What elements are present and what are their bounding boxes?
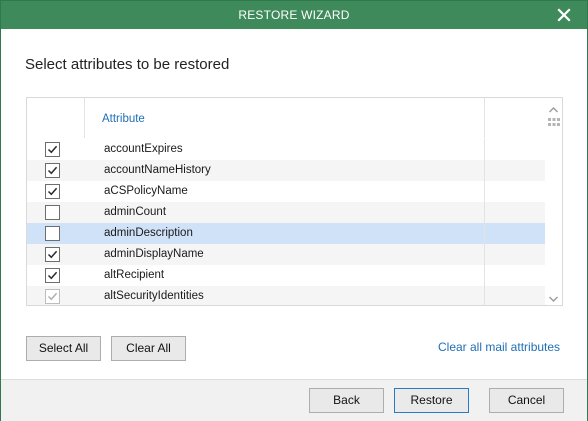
attribute-checkbox[interactable]	[45, 289, 60, 304]
attribute-checkbox[interactable]	[45, 247, 60, 262]
attribute-column-header[interactable]: Attribute	[102, 113, 145, 125]
column-divider	[484, 139, 485, 160]
checkmark-icon	[47, 271, 58, 280]
column-divider	[484, 244, 485, 265]
header-divider	[484, 98, 485, 138]
attribute-row[interactable]: accountNameHistory	[27, 160, 547, 181]
grid-header: Attribute	[27, 98, 547, 138]
header-divider	[84, 98, 85, 138]
attributes-grid: Attribute accountExpires accountNameHisto…	[26, 97, 563, 306]
attribute-checkbox[interactable]	[45, 268, 60, 283]
checkmark-icon	[47, 166, 58, 175]
attribute-name: altSecurityIdentities	[104, 290, 204, 302]
checkmark-icon	[47, 187, 58, 196]
attribute-checkbox[interactable]	[45, 142, 60, 157]
attribute-row[interactable]: aCSPolicyName	[27, 181, 547, 202]
clear-mail-attributes-link[interactable]: Clear all mail attributes	[438, 340, 560, 354]
attribute-name: aCSPolicyName	[104, 185, 188, 197]
grip-icon[interactable]	[548, 117, 560, 127]
attribute-row[interactable]: adminCount	[27, 202, 547, 223]
checkmark-icon	[47, 145, 58, 154]
attribute-checkbox[interactable]	[45, 226, 60, 241]
close-icon[interactable]	[555, 6, 573, 24]
restore-button[interactable]: Restore	[394, 388, 469, 413]
attribute-name: accountExpires	[104, 143, 183, 155]
column-divider	[484, 202, 485, 223]
chevron-down-icon[interactable]	[548, 292, 559, 302]
attribute-name: altRecipient	[104, 269, 165, 281]
restore-wizard-window: RESTORE WIZARD Select attributes to be r…	[0, 0, 588, 421]
checkmark-icon	[47, 292, 58, 301]
attribute-row[interactable]: altRecipient	[27, 265, 547, 286]
attribute-row[interactable]: accountExpires	[27, 139, 547, 160]
column-divider	[484, 223, 485, 244]
column-divider	[484, 286, 485, 305]
select-all-button[interactable]: Select All	[26, 336, 101, 361]
page-heading: Select attributes to be restored	[25, 56, 230, 73]
attribute-name: adminCount	[104, 206, 167, 218]
clear-all-button[interactable]: Clear All	[111, 336, 186, 361]
attribute-checkbox[interactable]	[45, 184, 60, 199]
column-divider	[484, 181, 485, 202]
window-title: RESTORE WIZARD	[238, 8, 350, 22]
attribute-name: adminDisplayName	[104, 248, 204, 260]
vertical-scrollbar[interactable]	[545, 98, 562, 305]
attribute-row[interactable]: adminDisplayName	[27, 244, 547, 265]
column-divider	[484, 160, 485, 181]
cancel-button[interactable]: Cancel	[489, 388, 564, 413]
back-button[interactable]: Back	[309, 388, 384, 413]
attribute-row[interactable]: altSecurityIdentities	[27, 286, 547, 305]
title-bar: RESTORE WIZARD	[1, 1, 587, 29]
attribute-checkbox[interactable]	[45, 163, 60, 178]
attribute-checkbox[interactable]	[45, 205, 60, 220]
column-divider	[484, 265, 485, 286]
attribute-row[interactable]: adminDescription	[27, 223, 547, 244]
chevron-up-icon[interactable]	[548, 103, 559, 113]
checkmark-icon	[47, 250, 58, 259]
attribute-name: accountNameHistory	[104, 164, 211, 176]
attribute-name: adminDescription	[104, 227, 193, 239]
